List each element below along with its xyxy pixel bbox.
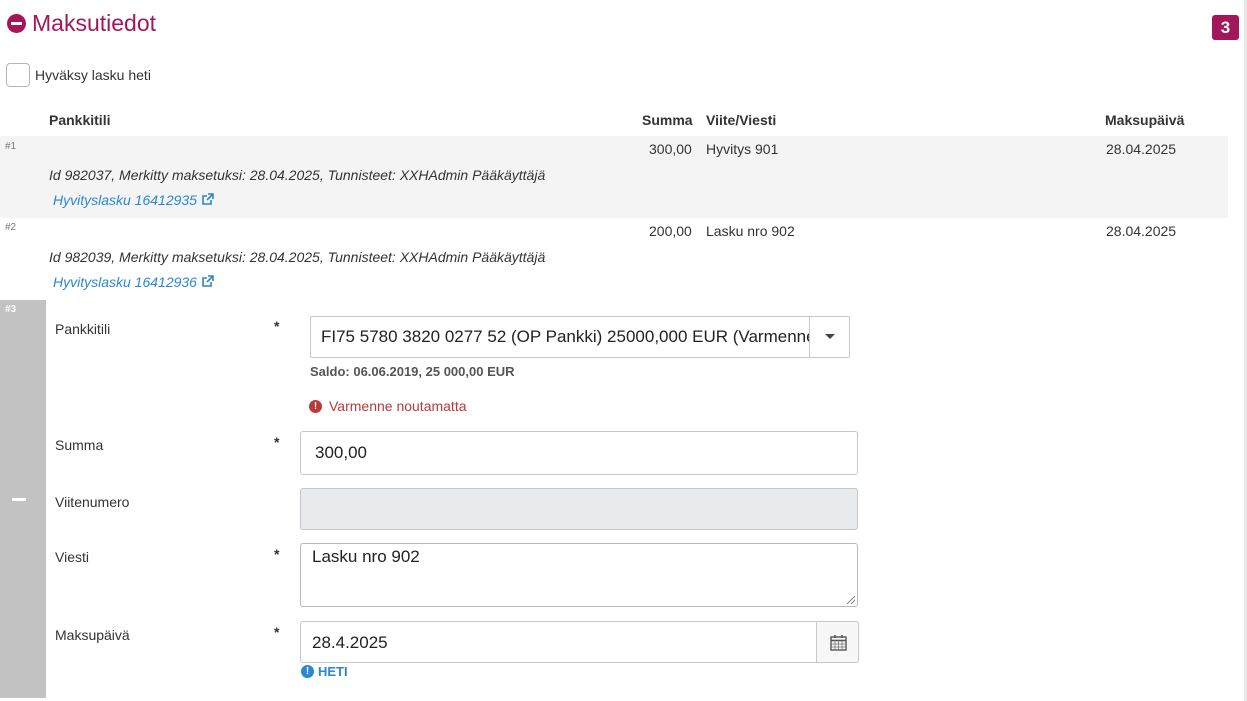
minus-icon[interactable]: [12, 498, 26, 501]
row-number: #3: [5, 304, 17, 315]
account-label: Pankkitili: [55, 321, 111, 337]
message-textarea[interactable]: Lasku nro 902: [300, 543, 858, 607]
column-header-amount: Summa: [642, 112, 693, 128]
row-date: 28.04.2025: [1106, 223, 1177, 239]
row-reference: Lasku nro 902: [706, 223, 795, 239]
row-date: 28.04.2025: [1106, 141, 1177, 157]
info-circle-icon: !: [301, 665, 314, 678]
reference-number-label: Viitenumero: [55, 494, 130, 510]
account-select-toggle[interactable]: [809, 317, 849, 357]
credit-note-link-label[interactable]: Hyvityslasku 16412935: [53, 192, 197, 208]
message-label: Viesti: [55, 549, 89, 565]
credit-note-link[interactable]: Hyvityslasku 16412936: [53, 274, 214, 290]
payment-date-input[interactable]: 28.4.2025: [300, 621, 817, 663]
account-select[interactable]: FI75 5780 3820 0277 52 (OP Pankki) 25000…: [310, 316, 850, 358]
required-mark: *: [274, 624, 280, 640]
external-link-icon: [202, 275, 214, 287]
payment-date-label: Maksupäivä: [55, 627, 130, 643]
row-number: #2: [5, 222, 17, 233]
row-amount: 300,00: [649, 141, 692, 157]
calendar-icon: [830, 635, 847, 651]
section-title: Maksutiedot: [32, 10, 157, 36]
amount-label: Summa: [55, 437, 104, 453]
row-meta: Id 982037, Merkitty maksetuksi: 28.04.20…: [49, 167, 546, 183]
section-number-badge: 3: [1212, 15, 1239, 40]
column-header-date: Maksupäivä: [1105, 112, 1185, 128]
exclamation-circle-icon: !: [309, 400, 322, 413]
credit-note-link-label[interactable]: Hyvityslasku 16412936: [53, 274, 197, 290]
column-header-reference: Viite/Viesti: [706, 112, 777, 128]
column-header-account: Pankkitili: [49, 112, 111, 128]
message-textarea-value: Lasku nro 902: [312, 547, 420, 566]
calendar-button[interactable]: [816, 621, 859, 663]
date-hint[interactable]: HETI: [318, 664, 348, 679]
row-number: #1: [5, 141, 17, 152]
required-mark: *: [274, 546, 280, 562]
resize-handle[interactable]: [847, 596, 855, 604]
account-select-value: FI75 5780 3820 0277 52 (OP Pankki) 25000…: [321, 327, 811, 346]
required-mark: *: [274, 434, 280, 450]
amount-input[interactable]: 300,00: [300, 431, 858, 475]
caret-down-icon: [825, 334, 835, 339]
certificate-warning: Varmenne noutamatta: [329, 398, 467, 414]
row-reference: Hyvitys 901: [706, 141, 779, 157]
row-meta: Id 982039, Merkitty maksetuksi: 28.04.20…: [49, 249, 546, 265]
row-amount: 200,00: [649, 223, 692, 239]
approve-checkbox[interactable]: [6, 63, 30, 87]
credit-note-link[interactable]: Hyvityslasku 16412935: [53, 192, 214, 208]
reference-number-input: [300, 488, 858, 530]
approve-checkbox-label[interactable]: Hyväksy lasku heti: [35, 67, 151, 83]
external-link-icon: [202, 193, 214, 205]
collapse-section-icon[interactable]: [7, 14, 26, 33]
account-balance: Saldo: 06.06.2019, 25 000,00 EUR: [310, 364, 515, 379]
required-mark: *: [274, 318, 280, 334]
